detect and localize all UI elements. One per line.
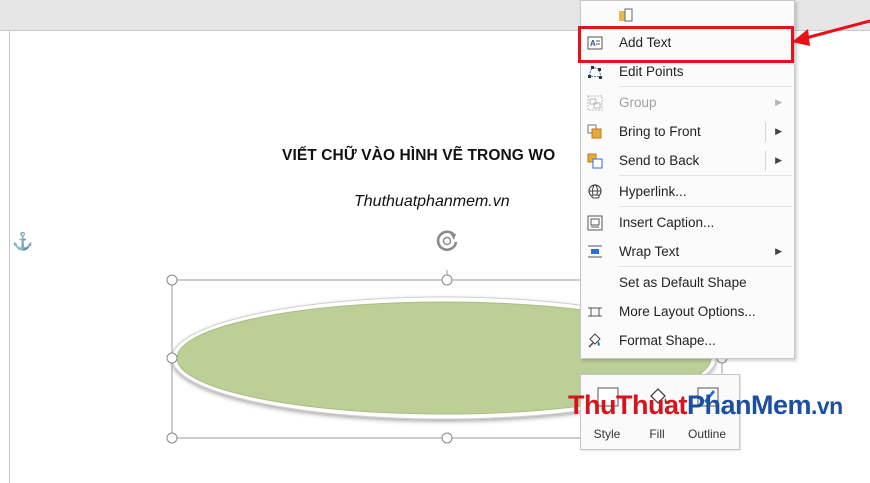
anchor-icon[interactable]: ⚓	[12, 233, 33, 250]
menu-item-label: Bring to Front	[619, 124, 701, 139]
wrap-text-icon	[588, 245, 602, 258]
menu-item-label: Edit Points	[619, 64, 684, 79]
document-subtitle: Thuthuatphanmem.vn	[354, 193, 510, 210]
rotate-handle-icon[interactable]	[433, 227, 461, 255]
page-left-border	[9, 30, 10, 483]
watermark-part-2: PhanMem	[686, 390, 812, 420]
fill-label: Fill	[649, 427, 665, 441]
menu-item-format-shape[interactable]: Format Shape...	[581, 327, 794, 355]
menu-item-label: Group	[619, 95, 657, 110]
menu-item-more-layout-options[interactable]: More Layout Options...	[581, 298, 794, 326]
watermark-part-1: ThuThuat	[568, 390, 687, 420]
menu-top-icon	[619, 8, 633, 22]
pointer-arrow-icon	[792, 19, 870, 46]
hyperlink-icon	[588, 184, 602, 199]
document-title: VIẾT CHỮ VÀO HÌNH VẼ TRONG WO	[282, 147, 556, 164]
menu-item-label: Set as Default Shape	[619, 275, 747, 290]
menu-item-label: Hyperlink...	[619, 184, 687, 199]
style-label: Style	[593, 427, 621, 441]
menu-item-set-default-shape[interactable]: Set as Default Shape	[581, 269, 794, 297]
submenu-split-divider	[765, 151, 766, 171]
menu-item-label: More Layout Options...	[619, 304, 756, 319]
send-to-back-icon	[587, 153, 603, 169]
edit-points-icon	[588, 66, 602, 79]
submenu-split-divider	[765, 122, 766, 142]
watermark-part-3: .vn	[811, 393, 843, 419]
format-shape-icon	[588, 333, 601, 348]
submenu-arrow-icon: ▶	[775, 97, 782, 107]
menu-item-label: Insert Caption...	[619, 215, 715, 230]
menu-item-group[interactable]: Group ▶	[581, 89, 794, 117]
watermark-logo: ThuThuatPhanMem.vn	[568, 392, 843, 419]
menu-separator	[619, 86, 792, 87]
menu-item-insert-caption[interactable]: Insert Caption...	[581, 209, 794, 237]
outline-label: Outline	[687, 427, 727, 441]
menu-item-send-to-back[interactable]: Send to Back ▶	[581, 147, 794, 175]
menu-separator	[619, 206, 792, 207]
menu-item-wrap-text[interactable]: Wrap Text ▶	[581, 238, 794, 266]
menu-separator	[619, 266, 792, 267]
insert-caption-icon	[587, 215, 603, 231]
submenu-arrow-icon: ▶	[775, 246, 782, 256]
menu-separator	[619, 175, 792, 176]
layout-options-icon	[588, 307, 602, 317]
menu-item-hyperlink[interactable]: Hyperlink...	[581, 178, 794, 206]
bring-to-front-icon	[587, 124, 602, 139]
menu-item-label: Send to Back	[619, 153, 700, 168]
add-text-highlight-box	[578, 26, 794, 63]
menu-item-bring-to-front[interactable]: Bring to Front ▶	[581, 118, 794, 146]
submenu-arrow-icon[interactable]: ▶	[775, 126, 782, 137]
menu-item-label: Format Shape...	[619, 333, 716, 348]
menu-item-label: Wrap Text	[619, 244, 680, 259]
group-icon	[587, 95, 603, 111]
submenu-arrow-icon[interactable]: ▶	[775, 155, 782, 166]
